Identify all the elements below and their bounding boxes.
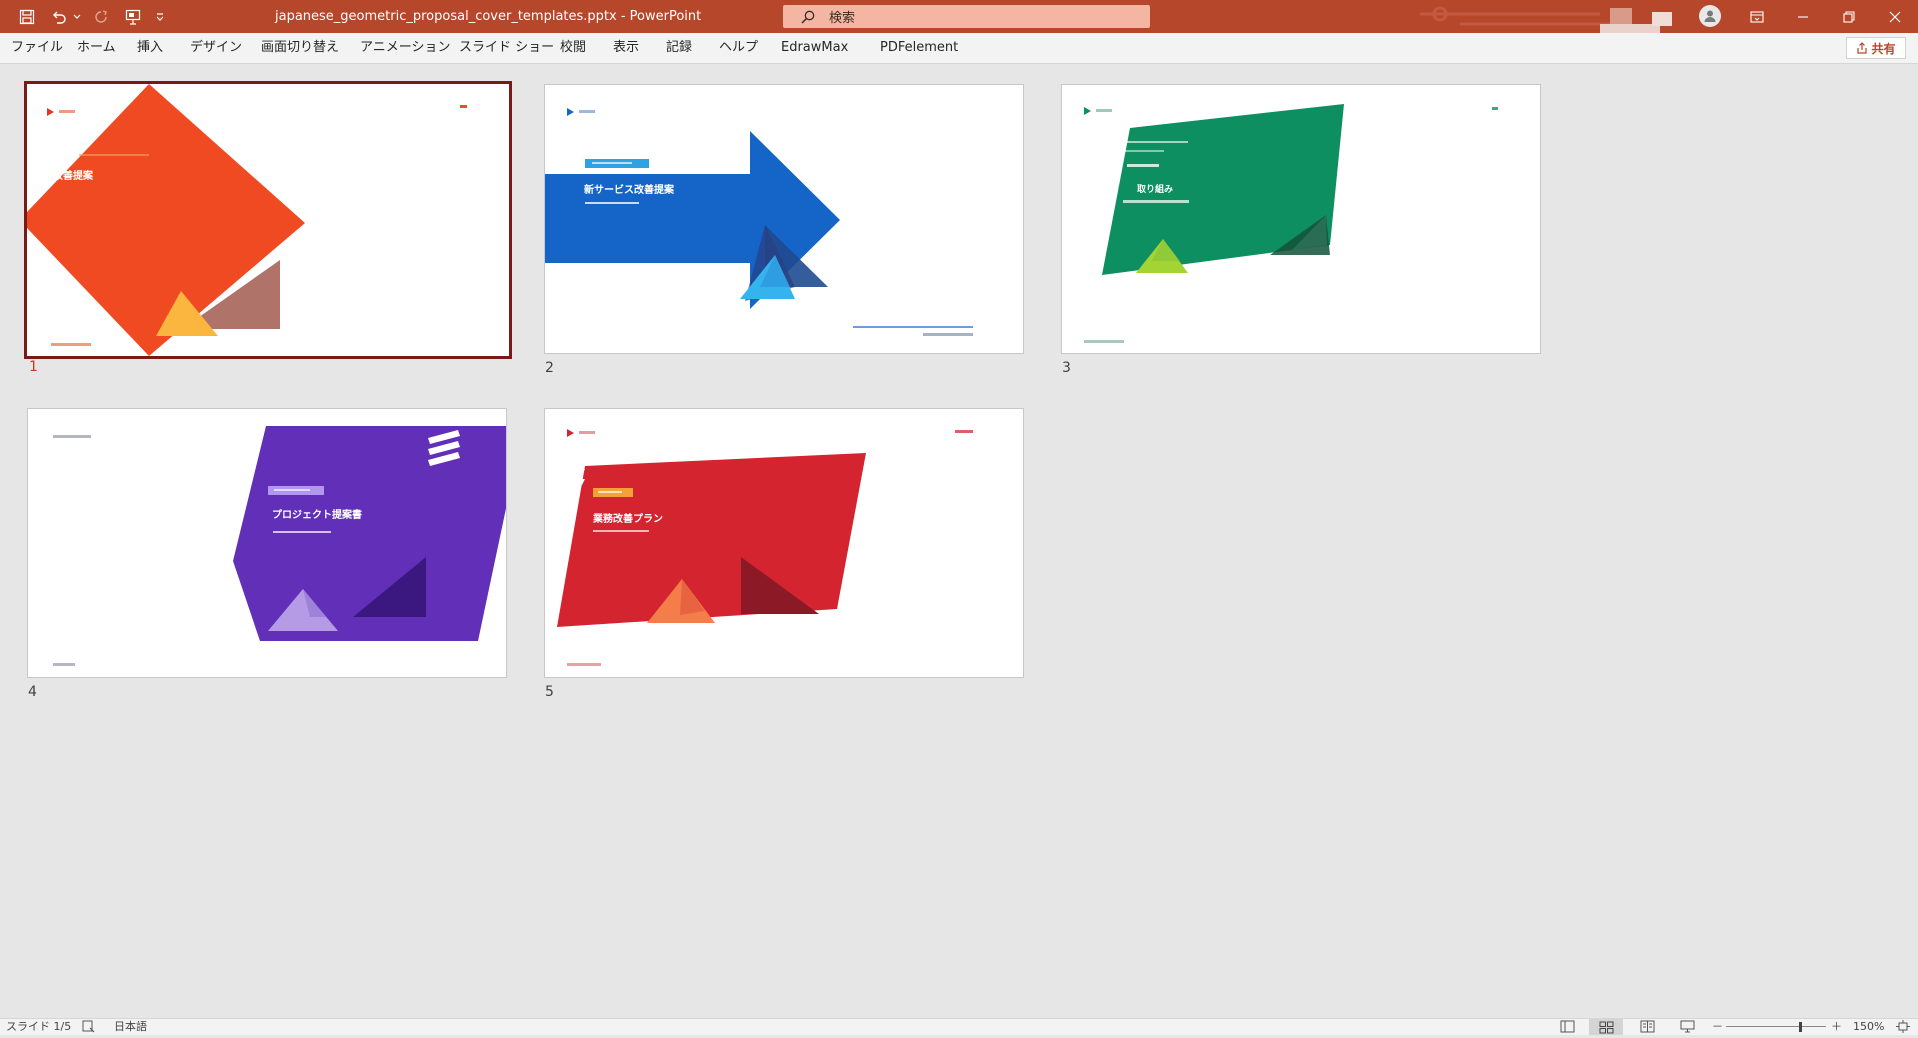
slide-3-graphic (1084, 104, 1498, 343)
quick-access-toolbar (14, 0, 174, 33)
minimize-icon[interactable] (1780, 0, 1826, 33)
ribbon-display-options-icon[interactable] (1734, 0, 1780, 33)
tab-edrawmax[interactable]: EdrawMax (781, 33, 848, 63)
ribbon-tabs: ファイル ホーム 挿入 デザイン 画面切り替え アニメーション スライド ショー… (0, 33, 1918, 64)
tab-file[interactable]: ファイル (11, 33, 63, 63)
zoom-slider-thumb[interactable] (1799, 1022, 1802, 1032)
title-bar: japanese_geometric_proposal_cover_templa… (0, 0, 1918, 33)
customize-qat-icon[interactable] (152, 4, 168, 30)
undo-icon[interactable] (46, 4, 72, 30)
share-icon (1856, 42, 1868, 54)
undo-dropdown-icon[interactable] (72, 4, 82, 30)
slide-thumbnail-3[interactable]: 取り組み (1061, 84, 1541, 354)
restore-icon[interactable] (1826, 0, 1872, 33)
tab-pdfelement[interactable]: PDFelement (880, 33, 958, 63)
search-icon (801, 10, 815, 24)
slide-thumbnail-5[interactable]: 業務改善プラン (544, 408, 1024, 678)
tab-review[interactable]: 校閲 (560, 33, 586, 63)
zoom-slider-track[interactable] (1726, 1026, 1826, 1027)
tab-slide-show[interactable]: スライド ショー (459, 33, 554, 63)
search-box[interactable]: 検索 (783, 5, 1150, 28)
slide-counter: スライド 1/5 (6, 1020, 72, 1033)
redo-icon (88, 4, 114, 30)
tab-design[interactable]: デザイン (190, 33, 242, 63)
slide-2-graphic (545, 108, 973, 336)
slide-1-graphic (27, 84, 467, 356)
slide-number-1: 1 (29, 359, 38, 375)
slide-4-title: プロジェクト提案書 (272, 510, 362, 521)
tab-insert[interactable]: 挿入 (137, 33, 163, 63)
tab-help[interactable]: ヘルプ (719, 33, 758, 63)
slide-5-graphic (557, 429, 973, 666)
slide-thumbnail-4[interactable]: プロジェクト提案書 (27, 408, 507, 678)
slide-number-3: 3 (1062, 360, 1071, 376)
search-placeholder: 検索 (829, 11, 856, 26)
slide-number-2: 2 (545, 360, 554, 376)
zoom-level[interactable]: 150% (1853, 1019, 1884, 1035)
tab-record[interactable]: 記録 (666, 33, 692, 63)
tab-animations[interactable]: アニメーション (360, 33, 450, 63)
slide-1-title: 改善提案 (53, 171, 93, 182)
slide-thumbnail-2[interactable]: 新サービス改善提案 (544, 84, 1024, 354)
slide-4-graphic (53, 426, 506, 666)
slide-sorter-view-icon[interactable] (1589, 1019, 1623, 1035)
account-avatar-icon[interactable] (1699, 5, 1721, 27)
zoom-out-button[interactable]: － (1712, 1019, 1723, 1035)
document-title: japanese_geometric_proposal_cover_templa… (275, 9, 702, 24)
slide-5-title: 業務改善プラン (593, 514, 663, 525)
slide-number-5: 5 (545, 684, 554, 700)
slide-thumbnail-1[interactable]: 改善提案 (24, 81, 512, 359)
slide-2-title: 新サービス改善提案 (584, 185, 674, 196)
tab-view[interactable]: 表示 (613, 33, 639, 63)
tab-home[interactable]: ホーム (77, 33, 116, 63)
status-bar: スライド 1/5 日本語 － ＋ 150% (0, 1018, 1918, 1035)
language-indicator[interactable]: 日本語 (114, 1019, 147, 1035)
slide-3-title: 取り組み (1137, 185, 1174, 195)
zoom-in-button[interactable]: ＋ (1831, 1019, 1842, 1035)
titlebar-pattern (1420, 6, 1672, 33)
save-icon[interactable] (14, 4, 40, 30)
slide-number-4: 4 (28, 684, 37, 700)
share-button[interactable]: 共有 (1846, 37, 1906, 59)
share-label: 共有 (1871, 41, 1896, 56)
presenter-icon[interactable] (120, 4, 146, 30)
tab-transitions[interactable]: 画面切り替え (261, 33, 339, 63)
close-icon[interactable] (1872, 0, 1918, 33)
